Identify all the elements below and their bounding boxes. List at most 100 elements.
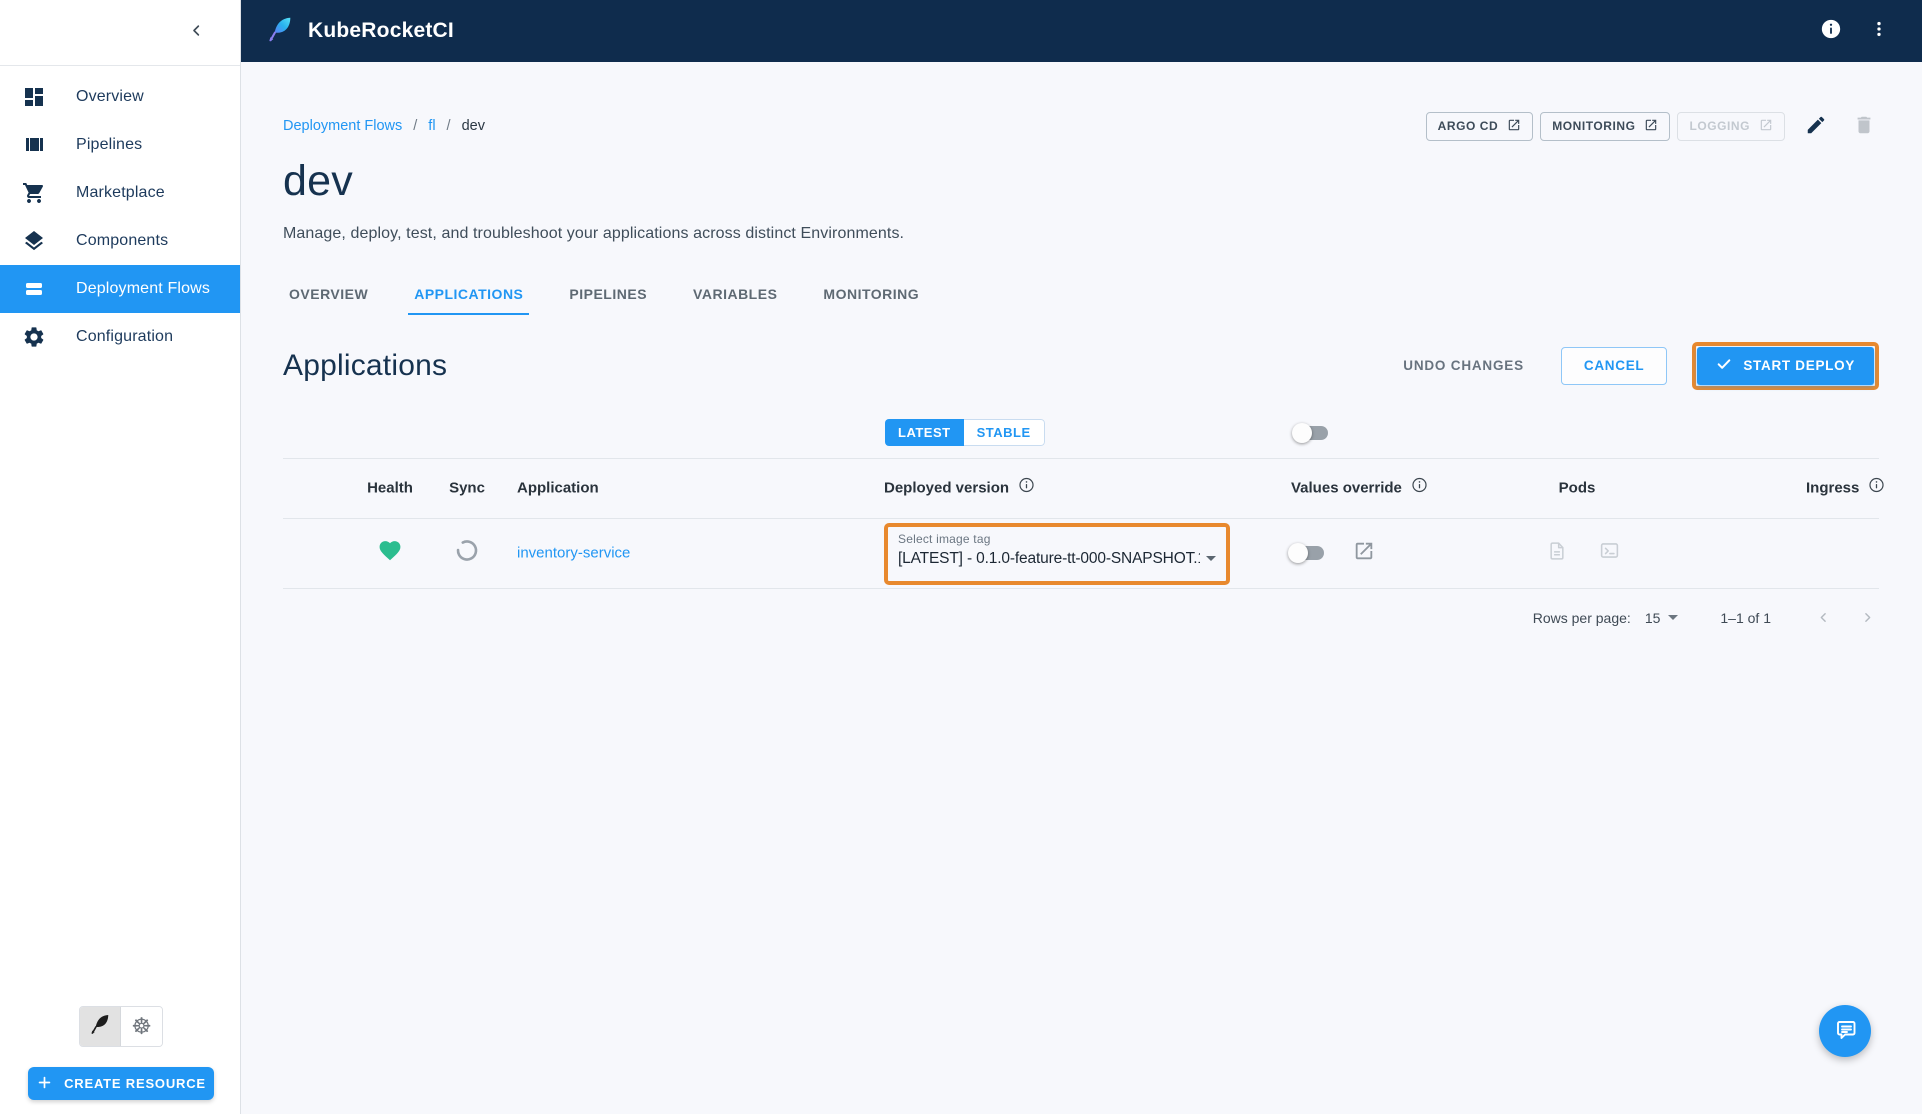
- layers-icon: [22, 229, 46, 253]
- open-in-new-icon: [1507, 118, 1521, 135]
- pod-logs-button: [1546, 542, 1568, 564]
- document-icon: [1547, 541, 1567, 566]
- sidebar-item-overview[interactable]: Overview: [0, 73, 240, 121]
- kubernetes-view-button[interactable]: ☸: [121, 1007, 162, 1046]
- main-region: KubeRocketCI Deployment Flows / fl: [241, 0, 1922, 1114]
- edit-environment-button[interactable]: [1801, 111, 1831, 141]
- info-circle-icon[interactable]: [1018, 477, 1035, 498]
- start-deploy-label: START DEPLOY: [1743, 358, 1855, 373]
- info-button[interactable]: [1814, 14, 1848, 48]
- info-circle-icon[interactable]: [1868, 477, 1885, 498]
- column-header-sync: Sync: [449, 480, 485, 497]
- rows-per-page-label: Rows per page:: [1533, 610, 1631, 626]
- breadcrumb-flow[interactable]: fl: [428, 118, 435, 134]
- column-label: Deployed version: [884, 480, 1009, 497]
- info-icon: [1820, 18, 1842, 45]
- dashboard-icon: [22, 85, 46, 109]
- image-tag-select-label: Select image tag: [898, 532, 1216, 546]
- start-deploy-button[interactable]: START DEPLOY: [1697, 347, 1874, 385]
- next-page-button: [1855, 606, 1879, 630]
- sync-status-cell: [455, 539, 479, 568]
- open-in-new-icon: [1759, 118, 1773, 135]
- sidebar-nav: Overview Pipelines Marketplace Component…: [0, 66, 240, 361]
- argocd-link-label: ARGO CD: [1438, 119, 1499, 133]
- argocd-link-button[interactable]: ARGO CD: [1426, 112, 1534, 141]
- column-header-ingress: Ingress: [1806, 479, 1885, 498]
- logging-link-label: LOGGING: [1689, 119, 1750, 133]
- kebab-menu-icon: [1869, 19, 1889, 44]
- check-icon: [1716, 356, 1732, 375]
- breadcrumb-row: Deployment Flows / fl / dev ARGO CD MONI…: [283, 111, 1879, 141]
- sidebar-item-label: Components: [76, 232, 168, 250]
- latest-toggle-button[interactable]: LATEST: [885, 419, 964, 446]
- plus-icon: [36, 1074, 53, 1094]
- values-override-open-button[interactable]: [1351, 540, 1377, 566]
- kuberocketci-view-button[interactable]: [80, 1007, 121, 1046]
- select-caret-icon: [1668, 615, 1678, 620]
- bulk-values-override-switch[interactable]: [1295, 423, 1328, 443]
- tab-monitoring[interactable]: MONITORING: [817, 286, 925, 315]
- monitoring-link-button[interactable]: MONITORING: [1540, 112, 1670, 141]
- monitoring-link-label: MONITORING: [1552, 119, 1635, 133]
- column-header-deployed-version: Deployed version: [884, 479, 1035, 498]
- values-override-switch[interactable]: [1291, 543, 1324, 563]
- tab-applications[interactable]: APPLICATIONS: [408, 286, 529, 315]
- previous-page-button: [1811, 606, 1835, 630]
- column-label: Health: [367, 480, 413, 497]
- column-header-values-override: Values override: [1291, 479, 1428, 498]
- tab-variables[interactable]: VARIABLES: [687, 286, 783, 315]
- chevron-left-icon: [189, 23, 204, 43]
- tab-pipelines[interactable]: PIPELINES: [563, 286, 653, 315]
- sidebar-item-pipelines[interactable]: Pipelines: [0, 121, 240, 169]
- sidebar-item-configuration[interactable]: Configuration: [0, 313, 240, 361]
- more-menu-button[interactable]: [1862, 14, 1896, 48]
- breadcrumb-separator: /: [413, 118, 417, 134]
- cancel-button[interactable]: CANCEL: [1561, 347, 1667, 385]
- column-header-application: Application: [517, 480, 599, 497]
- open-in-new-icon: [1353, 540, 1375, 567]
- shopping-cart-icon: [22, 181, 46, 205]
- create-resource-label: CREATE RESOURCE: [64, 1076, 206, 1091]
- pencil-icon: [1805, 114, 1827, 139]
- undo-changes-button[interactable]: UNDO CHANGES: [1403, 358, 1524, 373]
- stable-toggle-button[interactable]: STABLE: [964, 419, 1045, 446]
- logging-link-button: LOGGING: [1677, 112, 1785, 141]
- table-toolbar: LATEST STABLE: [283, 419, 1879, 447]
- switch-thumb: [1292, 423, 1312, 443]
- sidebar-item-components[interactable]: Components: [0, 217, 240, 265]
- application-link[interactable]: inventory-service: [517, 545, 630, 562]
- tab-overview[interactable]: OVERVIEW: [283, 286, 374, 315]
- breadcrumb-deployment-flows[interactable]: Deployment Flows: [283, 118, 402, 134]
- applications-section-header: Applications UNDO CHANGES CANCEL START D…: [283, 342, 1879, 390]
- trash-icon: [1853, 114, 1875, 139]
- column-label: Values override: [1291, 480, 1402, 497]
- gear-icon: [22, 325, 46, 349]
- chat-bubble-icon: [1833, 1018, 1857, 1045]
- breadcrumb: Deployment Flows / fl / dev: [283, 118, 485, 134]
- chat-fab-button[interactable]: [1819, 1005, 1871, 1057]
- rows-per-page-select[interactable]: 15: [1645, 610, 1679, 626]
- pagination-range: 1–1 of 1: [1720, 610, 1771, 626]
- sidebar-collapse-button[interactable]: [182, 19, 210, 47]
- image-tag-select-value: [LATEST] - 0.1.0-feature-tt-000-SNAPSHOT…: [898, 550, 1200, 568]
- table-row: inventory-service Select image tag [LATE…: [283, 519, 1879, 589]
- info-circle-icon[interactable]: [1411, 477, 1428, 498]
- applications-actions: UNDO CHANGES CANCEL START DEPLOY: [1403, 342, 1879, 390]
- delete-environment-button: [1849, 111, 1879, 141]
- version-type-toggle: LATEST STABLE: [885, 419, 1045, 446]
- sidebar-item-label: Configuration: [76, 328, 173, 346]
- sidebar-item-marketplace[interactable]: Marketplace: [0, 169, 240, 217]
- pod-terminal-button: [1598, 542, 1620, 564]
- quick-links: ARGO CD MONITORING LOGGING: [1419, 111, 1879, 141]
- application-cell: inventory-service: [517, 545, 630, 562]
- select-caret-icon: [1206, 556, 1216, 561]
- sync-ring-icon: [455, 539, 479, 568]
- breadcrumb-separator: /: [447, 118, 451, 134]
- deployment-flows-icon: [22, 277, 46, 301]
- kubernetes-icon: ☸: [131, 1015, 152, 1038]
- image-tag-select[interactable]: Select image tag [LATEST] - 0.1.0-featur…: [898, 532, 1216, 568]
- sidebar-item-deployment-flows[interactable]: Deployment Flows: [0, 265, 240, 313]
- create-resource-button[interactable]: CREATE RESOURCE: [28, 1067, 214, 1100]
- app-logo[interactable]: KubeRocketCI: [265, 14, 454, 49]
- terminal-icon: [1599, 540, 1620, 566]
